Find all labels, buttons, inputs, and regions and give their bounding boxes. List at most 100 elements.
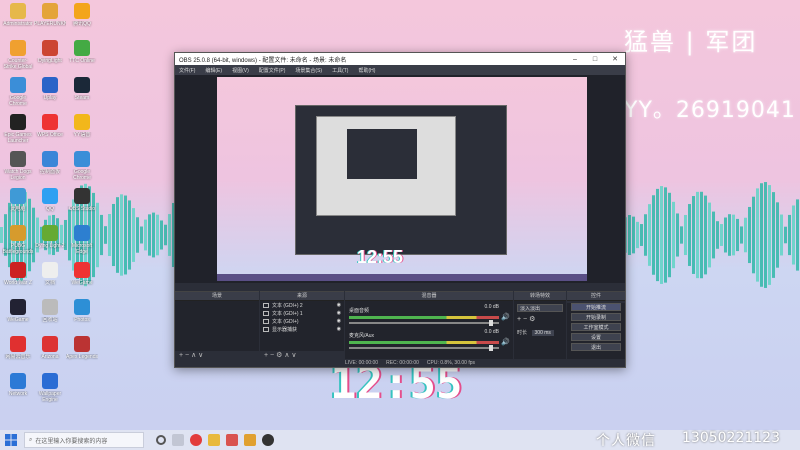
mixer-panel: 混音器 桌面音频 0.0 dB 麦克风/Aux 0.0 dB 🔊 🔊 xyxy=(345,291,513,361)
desktop-icon-label: Apex Legends xyxy=(66,354,98,360)
app-icon xyxy=(42,77,58,93)
obs-window[interactable]: OBS 25.0.8 (64-bit, windows) - 配置文件: 未命名… xyxy=(174,52,626,368)
desktop-icon[interactable]: Photos xyxy=(66,299,98,329)
desktop-icon[interactable]: PUBG Battlegrounds xyxy=(2,225,34,255)
obs-preview[interactable]: 12:55 xyxy=(175,75,625,283)
close-icon[interactable]: ✕ xyxy=(605,55,625,63)
menu-profile[interactable]: 配置文件(P) xyxy=(259,67,286,74)
exit-button[interactable]: 退出 xyxy=(571,343,621,351)
desktop-icon[interactable]: Steam xyxy=(66,77,98,107)
mixer-track: 麦克风/Aux 0.0 dB xyxy=(349,329,499,351)
desktop-icon[interactable]: 此电脑 xyxy=(2,188,34,218)
desktop-icon[interactable]: QQ xyxy=(34,188,66,218)
desktop-icon[interactable]: 文档 xyxy=(34,262,66,292)
volume-slider[interactable] xyxy=(349,320,499,326)
text-source-icon xyxy=(263,302,269,308)
maximize-icon[interactable]: □ xyxy=(585,56,605,63)
desktop-icon[interactable]: Administrator xyxy=(2,3,34,33)
minimize-icon[interactable]: – xyxy=(565,56,585,63)
sources-list: 文本 (GDI+) 2 ◉ 文本 (GDI+) 1 ◉ 文本 (GDI+) ◉ 显示器… xyxy=(260,301,344,351)
start-button[interactable] xyxy=(0,430,22,450)
netease-music-icon[interactable] xyxy=(190,434,202,446)
source-item[interactable]: 文本 (GDI+) 1 ◉ xyxy=(260,309,344,317)
desktop-icon[interactable]: 网易云音乐 xyxy=(2,336,34,366)
eye-icon[interactable]: ◉ xyxy=(337,318,341,324)
scenes-list[interactable] xyxy=(175,301,259,351)
desktop-icon[interactable]: TTC Online xyxy=(66,40,98,70)
desktop-icon[interactable]: 控制面板 xyxy=(34,151,66,181)
settings-button[interactable]: 设置 xyxy=(571,333,621,341)
desktop-icon[interactable]: World War Z xyxy=(2,262,34,292)
desktop-icon[interactable]: OBS Studio xyxy=(66,188,98,218)
menu-tools[interactable]: 工具(T) xyxy=(332,67,348,74)
desktop-icon[interactable]: Dying Light 2 xyxy=(34,225,66,255)
app-icon xyxy=(74,299,90,315)
desktop-icon-label: 此电脑 xyxy=(10,206,26,212)
menu-scene-collection[interactable]: 场景集合(S) xyxy=(295,67,322,74)
speaker-icon[interactable]: 🔊 xyxy=(501,338,510,346)
app-icon[interactable] xyxy=(226,434,238,446)
source-item[interactable]: 文本 (GDI+) 2 ◉ xyxy=(260,301,344,309)
app-icon[interactable] xyxy=(244,434,256,446)
app-icon xyxy=(42,151,58,167)
track-name: 麦克风/Aux xyxy=(349,333,375,339)
cortana-icon[interactable] xyxy=(156,435,166,445)
gear-icon[interactable]: ⚙ xyxy=(529,316,535,323)
start-recording-button[interactable]: 开始录制 xyxy=(571,313,621,321)
controls-header: 控件 xyxy=(567,292,625,301)
desktop-icon[interactable]: Microsoft Edge xyxy=(66,225,98,255)
desktop-icon[interactable]: Counter-Strike Global Off. xyxy=(2,40,34,70)
menu-view[interactable]: 视图(V) xyxy=(232,67,249,74)
desktop-icon[interactable]: 腾讯QQ xyxy=(66,3,98,33)
transition-select[interactable]: 淡入淡出 xyxy=(517,304,563,312)
obs-titlebar[interactable]: OBS 25.0.8 (64-bit, windows) - 配置文件: 未命名… xyxy=(175,53,625,65)
duration-input[interactable]: 300 ms xyxy=(531,330,554,336)
source-item[interactable]: 显示器捕获 ◉ xyxy=(260,325,344,333)
preview-clock: 12:55 xyxy=(357,247,404,267)
sources-header: 来源 xyxy=(260,292,344,301)
desktop-icon[interactable]: DyingLight xyxy=(34,40,66,70)
file-explorer-icon[interactable] xyxy=(208,434,220,446)
desktop-icon[interactable]: 回收站 xyxy=(34,299,66,329)
speaker-icon[interactable]: 🔊 xyxy=(501,313,510,321)
desktop-icon[interactable]: Uplay xyxy=(34,77,66,107)
studio-mode-button[interactable]: 工作室模式 xyxy=(571,323,621,331)
obs-title: OBS 25.0.8 (64-bit, windows) - 配置文件: 未命名… xyxy=(179,57,347,64)
app-icon xyxy=(74,3,90,19)
desktop-icon[interactable]: WeGame xyxy=(2,299,34,329)
overlay-wechat-number: 13050221123 xyxy=(682,430,780,446)
move-down-icon[interactable]: ∨ xyxy=(291,352,296,359)
slider-knob[interactable] xyxy=(489,345,493,351)
desktop-icon[interactable]: Epic Games Launcher xyxy=(2,114,34,144)
eye-icon[interactable]: ◉ xyxy=(337,326,341,332)
desktop-icon[interactable]: Google Chrome xyxy=(2,77,34,107)
desktop-icon[interactable]: WeGame xyxy=(66,262,98,292)
menu-edit[interactable]: 编辑(E) xyxy=(205,67,222,74)
desktop-icon[interactable]: Google Chrome xyxy=(66,151,98,181)
eye-icon[interactable]: ◉ xyxy=(337,310,341,316)
task-view-icon[interactable] xyxy=(172,434,184,446)
volume-slider[interactable] xyxy=(349,345,499,351)
menu-file[interactable]: 文件(F) xyxy=(179,67,195,74)
desktop-icon[interactable]: Apex Legends xyxy=(66,336,98,366)
obs-taskbar-icon[interactable] xyxy=(262,434,274,446)
desktop-icon[interactable]: Watch Dogs Legion xyxy=(2,151,34,181)
app-icon xyxy=(74,336,90,352)
source-item[interactable]: 文本 (GDI+) ◉ xyxy=(260,317,344,325)
move-down-icon[interactable]: ∨ xyxy=(198,352,203,359)
slider-knob[interactable] xyxy=(489,320,493,326)
start-streaming-button[interactable]: 开始推流 xyxy=(571,303,621,311)
desktop-icon-label: WeGame xyxy=(71,280,93,286)
taskbar-search[interactable]: ⌕ 在这里输入你要搜索的内容 xyxy=(24,432,144,448)
menu-help[interactable]: 帮助(H) xyxy=(358,67,375,74)
desktop-icon[interactable]: Arizona xyxy=(34,336,66,366)
desktop-icon[interactable]: PLAYERUNKNOWN'S xyxy=(34,3,66,33)
eye-icon[interactable]: ◉ xyxy=(337,302,341,308)
desktop-icon[interactable]: Network xyxy=(2,373,34,403)
desktop-icon[interactable]: Wallpaper Engine xyxy=(34,373,66,403)
desktop-icon[interactable]: WPS Office xyxy=(34,114,66,144)
app-icon xyxy=(10,188,26,204)
desktop-icon[interactable]: YY语音 xyxy=(66,114,98,144)
desktop-icon-label: Uplay xyxy=(43,95,57,101)
windows-logo-icon xyxy=(5,434,17,446)
